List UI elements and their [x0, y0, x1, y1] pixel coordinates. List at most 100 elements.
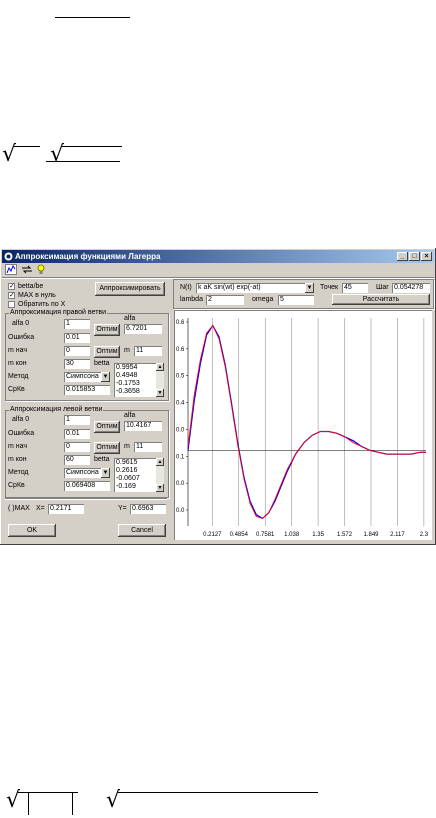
nt-label: N(t) — [180, 284, 192, 291]
x-coord-field[interactable]: 0.2171 — [48, 504, 84, 514]
y-tick-label: 0.6 — [176, 347, 185, 353]
step-label: Шаг — [376, 284, 389, 291]
ok-button[interactable]: OK — [8, 524, 56, 537]
right-mstart-field[interactable]: 0 — [64, 346, 90, 356]
scroll-up-icon[interactable]: ▲ — [156, 458, 164, 466]
compute-button[interactable]: Рассчитать — [332, 294, 430, 305]
math-fraction-bar-mid — [46, 161, 120, 162]
max-label: ( )MAX — [8, 505, 30, 512]
right-optim-m-button[interactable]: Оптим — [94, 346, 120, 358]
right-srkv-field[interactable]: 0.015853 — [64, 385, 110, 395]
reverse-x-checkbox[interactable] — [8, 301, 15, 308]
plot-area[interactable]: 0.2127 0.4854 0.7581 1.038 1.35 1.572 1.849 2.1… — [174, 310, 432, 540]
left-mstart-label: m нач — [8, 443, 28, 450]
left-srkv-field[interactable]: 0.069408 — [64, 481, 110, 491]
left-alfa-field[interactable]: 10.4167 — [124, 421, 162, 431]
right-method-label: Метод — [8, 373, 29, 380]
math-abs-bar-2 — [72, 793, 73, 815]
math-sqrt-bar-right — [62, 146, 122, 147]
y-coord-label: Y= — [118, 505, 127, 512]
right-branch-group-title: Аппроксимация правой ветви — [9, 308, 108, 317]
chevron-down-icon[interactable]: ▼ — [101, 372, 110, 382]
close-button[interactable]: × — [421, 252, 432, 261]
right-error-label: Ошибка — [8, 334, 35, 341]
list-item: 0.9615 — [116, 459, 138, 466]
left-branch-group-title: Аппроксимация левой ветви — [9, 405, 104, 414]
step-field[interactable]: 0.054278 — [392, 283, 430, 293]
right-error-field[interactable]: 0.01 — [64, 333, 90, 343]
right-m-label: m — [124, 347, 130, 354]
right-betta-list[interactable]: 0.9954 0.4948 -0.1753 -0.3658 ▲ ▼ — [114, 363, 164, 397]
right-method-select[interactable]: Симпсона ▼ — [64, 372, 110, 382]
left-alfa0-label: alfa 0 — [12, 416, 30, 423]
scroll-up-icon[interactable]: ▲ — [156, 363, 164, 371]
left-alfa0-field[interactable]: 1 — [64, 415, 90, 425]
chevron-down-icon[interactable]: ▼ — [101, 468, 110, 478]
right-srkv-label: СрКв — [8, 386, 25, 393]
y-tick-label: 0.0 — [176, 508, 185, 514]
left-m-label: m — [124, 443, 130, 450]
right-alfa-field[interactable]: 6.7201 — [124, 324, 162, 334]
left-alfa-label: alfa — [124, 412, 136, 419]
omega-field[interactable]: 5 — [278, 295, 314, 305]
list-item: -0.0607 — [116, 475, 140, 482]
right-mend-field[interactable]: 30 — [64, 359, 90, 369]
y-tick-label: 0.0 — [176, 481, 185, 487]
x-tick-label: 1.849 — [363, 532, 379, 538]
function-select[interactable]: k aK sin(wt) exp(-at) ▼ — [196, 283, 314, 293]
omega-label: omega — [252, 296, 274, 303]
list-item: 0.4948 — [116, 372, 138, 379]
cancel-button[interactable]: Cancel — [118, 524, 166, 537]
scroll-down-icon[interactable]: ▼ — [156, 389, 164, 397]
left-method-select[interactable]: Симпсона ▼ — [64, 468, 110, 478]
series-line-original — [187, 324, 426, 520]
app-icon — [4, 252, 13, 261]
left-optim-m-button[interactable]: Оптим — [94, 442, 120, 454]
left-srkv-label: СрКв — [8, 482, 25, 489]
math-sqrt-bar-bottom-left — [18, 792, 78, 793]
right-alfa-label: alfa — [124, 315, 136, 322]
math-sqrt-bar-left — [14, 146, 40, 147]
left-mstart-field[interactable]: 0 — [64, 442, 90, 452]
x-coord-label: X= — [36, 505, 45, 512]
right-alfa0-field[interactable]: 1 — [64, 319, 90, 329]
y-tick-label: 0.5 — [176, 374, 185, 380]
maximize-button[interactable]: □ — [409, 252, 420, 261]
right-mstart-label: m нач — [8, 347, 28, 354]
right-method-value: Симпсона — [66, 373, 99, 380]
chart-icon[interactable] — [5, 264, 17, 275]
minimize-button[interactable]: _ — [397, 252, 408, 261]
x-tick-label: 1.038 — [284, 532, 300, 538]
left-m-field[interactable]: 11 — [134, 442, 162, 452]
betta-checkbox[interactable]: ✓ — [8, 283, 15, 290]
lightbulb-icon[interactable] — [35, 264, 47, 275]
series-line-approx — [187, 324, 426, 519]
left-betta-list[interactable]: 0.9615 0.2616 -0.0607 -0.169 ▲ ▼ — [114, 458, 164, 492]
list-item: 0.9954 — [116, 364, 138, 371]
chevron-down-icon[interactable]: ▼ — [305, 283, 314, 293]
math-fraction-bar-top — [55, 17, 130, 18]
left-mend-field[interactable]: 60 — [64, 455, 90, 465]
x-tick-label: 1.572 — [337, 532, 353, 538]
lambda-field[interactable]: 2 — [206, 295, 244, 305]
x-tick-label: 0.2127 — [203, 532, 222, 538]
y-coord-field[interactable]: 0.6963 — [130, 504, 166, 514]
approximate-button[interactable]: Аппроксимировать — [95, 282, 165, 296]
x-tick-label: 1.35 — [312, 532, 324, 538]
left-error-label: Ошибка — [8, 430, 35, 437]
left-betta-scrollbar[interactable]: ▲ ▼ — [156, 458, 164, 492]
left-error-field[interactable]: 0.01 — [64, 429, 90, 439]
right-betta-label: betta — [94, 360, 110, 367]
y-tick-label: 0.6 — [176, 320, 185, 326]
coords-divider — [5, 498, 167, 499]
points-field[interactable]: 45 — [342, 283, 368, 293]
right-m-field[interactable]: 11 — [134, 346, 162, 356]
right-optim-button[interactable]: Оптим — [94, 324, 120, 336]
toolbar-divider — [2, 277, 434, 278]
max-zero-checkbox[interactable]: ✓ — [8, 292, 15, 299]
right-betta-scrollbar[interactable]: ▲ ▼ — [156, 363, 164, 397]
left-optim-button[interactable]: Оптим — [94, 421, 120, 433]
arrows-icon[interactable] — [21, 264, 33, 275]
scroll-down-icon[interactable]: ▼ — [156, 484, 164, 492]
toolbar — [2, 263, 434, 276]
